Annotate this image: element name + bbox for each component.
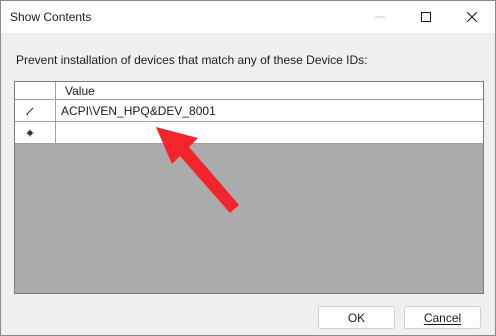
show-contents-dialog: Show Contents Prevent installation of de… [0,0,496,336]
maximize-button[interactable] [403,1,449,33]
minimize-button[interactable] [357,1,403,33]
close-button[interactable] [449,1,495,33]
edit-pencil-icon [26,107,34,115]
row-header[interactable] [15,122,56,144]
ok-button[interactable]: OK [318,306,395,329]
grid-header-row: Value [15,82,483,100]
close-icon [467,12,477,22]
instruction-label: Prevent installation of devices that mat… [16,53,368,67]
minimize-icon [375,16,385,18]
title-bar[interactable]: Show Contents [1,1,495,33]
table-row[interactable]: ACPI\VEN_HPQ&DEV_8001 [15,100,483,122]
cancel-button-label: Cancel [423,310,462,325]
maximize-icon [421,12,431,22]
table-row[interactable] [15,122,483,144]
device-id-grid[interactable]: Value ACPI\VEN_HPQ&DEV_8001 [14,81,484,294]
new-row-asterisk-icon [26,129,34,137]
grid-corner-header[interactable] [15,82,56,100]
window-title: Show Contents [10,10,92,24]
new-device-id-cell[interactable] [56,122,483,144]
cancel-button[interactable]: Cancel [404,306,481,329]
row-header[interactable] [15,100,56,122]
device-id-cell[interactable]: ACPI\VEN_HPQ&DEV_8001 [56,100,483,122]
column-header-value[interactable]: Value [56,82,483,100]
